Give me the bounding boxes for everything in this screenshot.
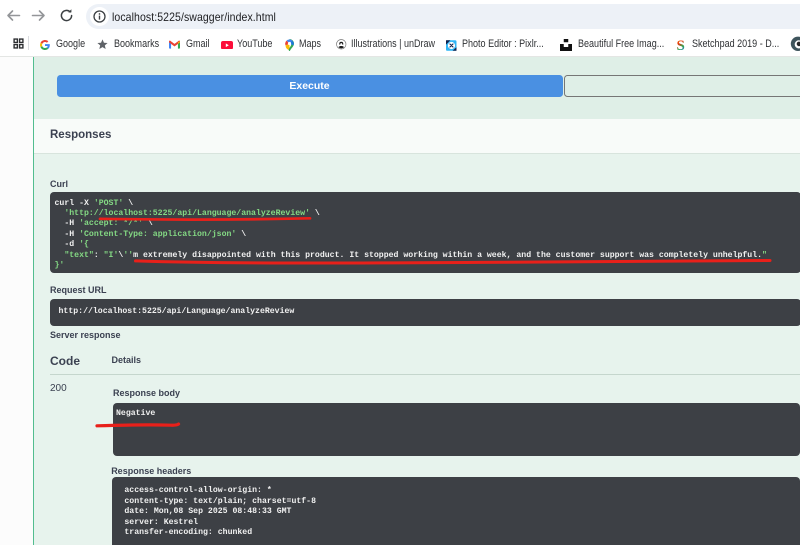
- svg-text:S: S: [676, 38, 684, 52]
